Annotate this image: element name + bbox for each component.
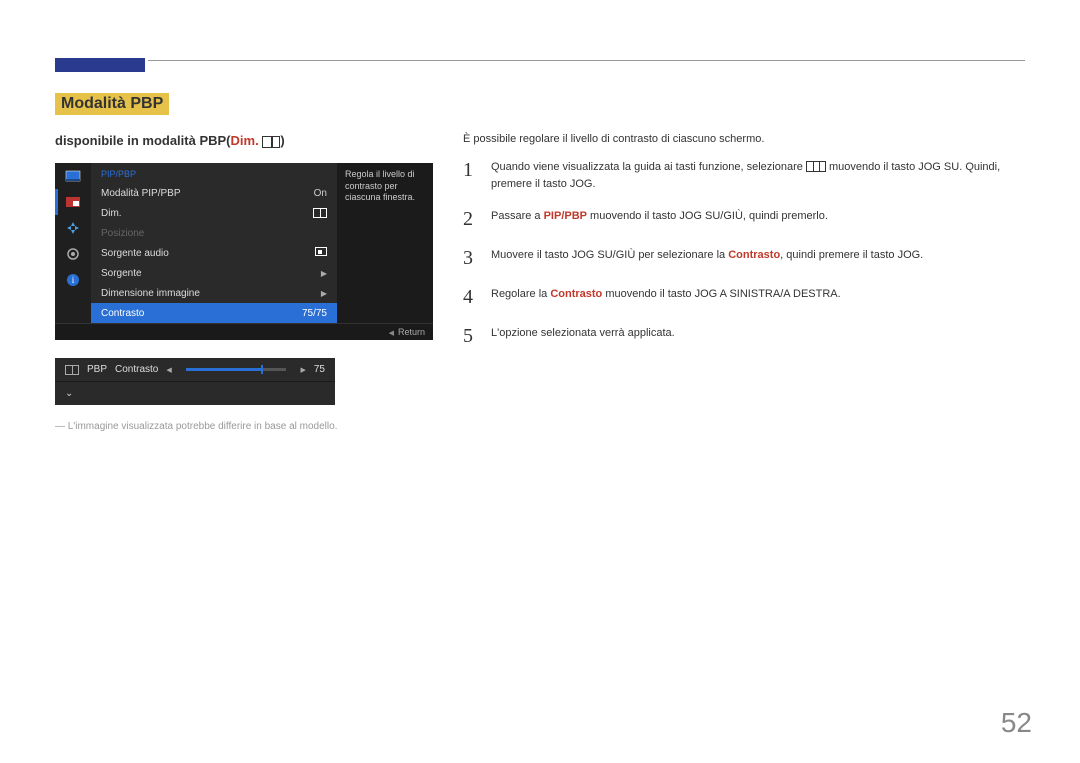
slider-bar [186, 368, 287, 371]
osd-row-sorgente: Sorgente ▶ [91, 263, 337, 283]
header-divider [148, 60, 1025, 61]
step-4: 4 Regolare la Contrasto muovendo il tast… [463, 286, 1025, 309]
step-2: 2 Passare a PIP/PBP muovendo il tasto JO… [463, 208, 1025, 231]
osd-menu-title: PIP/PBP [91, 167, 337, 183]
footnote-text: L'immagine visualizzata potrebbe differi… [68, 421, 338, 432]
osd-row-value: On [314, 188, 327, 199]
osd-row-label: Posizione [101, 228, 144, 239]
menu-button-icon [806, 161, 826, 172]
osd-row-label: Dimensione immagine [101, 288, 200, 299]
osd-sidebar: i [55, 163, 91, 323]
step-text-red: Contrasto [550, 288, 602, 300]
osd-row-posizione: Posizione [91, 223, 337, 243]
step-number: 2 [463, 208, 477, 231]
step-1: 1 Quando viene visualizzata la guida ai … [463, 159, 1025, 192]
section-title: Modalità PBP [55, 93, 169, 115]
triangle-left-icon: ◀ [389, 330, 394, 337]
osd-footer: ◀ Return [55, 323, 433, 340]
subtitle: disponibile in modalità PBP(Dim. ) [55, 133, 433, 149]
audio-value-icon [315, 247, 327, 256]
step-number: 4 [463, 286, 477, 309]
step-text-pre: L'opzione selezionata verrà applicata. [491, 327, 675, 339]
osd-row-dim: Dim. [91, 203, 337, 223]
pbp-mini-icon [65, 365, 79, 375]
sidebar-info-icon: i [55, 267, 91, 293]
chevron-down-icon: ⌄ [65, 388, 73, 399]
osd-row-label: Dim. [101, 208, 122, 219]
footnote: ― L'immagine visualizzata potrebbe diffe… [55, 421, 433, 432]
chevron-right-icon: ▶ [321, 289, 327, 298]
step-text-pre: Quando viene visualizzata la guida ai ta… [491, 161, 806, 173]
chevron-right-icon: ▶ [321, 269, 327, 278]
slider-label: Contrasto [115, 364, 158, 375]
subtitle-prefix: disponibile in modalità PBP( [55, 133, 231, 148]
slider-knob [261, 365, 263, 374]
osd-description: Regola il livello di contrasto per ciasc… [337, 163, 433, 323]
step-text-pre: Passare a [491, 210, 544, 222]
page-number: 52 [1001, 707, 1032, 739]
subtitle-suffix: ) [280, 133, 284, 148]
step-number: 3 [463, 247, 477, 270]
slider-mode: PBP [87, 364, 107, 375]
osd-row-sorgente-audio: Sorgente audio [91, 243, 337, 263]
osd-row-label: Sorgente [101, 268, 142, 279]
step-5: 5 L'opzione selezionata verrà applicata. [463, 325, 1025, 348]
return-label: Return [398, 327, 425, 337]
osd-row-label: Contrasto [101, 308, 144, 319]
step-text-post: muovendo il tasto JOG SU/GIÙ, quindi pre… [587, 210, 828, 222]
step-text-post: muovendo il tasto JOG A SINISTRA/A DESTR… [602, 288, 840, 300]
osd-row-label: Modalità PIP/PBP [101, 188, 180, 199]
pbp-icon [262, 136, 280, 148]
intro-text: È possibile regolare il livello di contr… [463, 133, 1025, 145]
osd-row-contrasto: Contrasto 75/75 [91, 303, 337, 323]
step-text-red: PIP/PBP [544, 210, 587, 222]
osd-row-modalita: Modalità PIP/PBP On [91, 183, 337, 203]
triangle-right-icon: ▶ [300, 366, 305, 374]
sidebar-picture-icon [55, 163, 91, 189]
slider-value: 75 [314, 364, 325, 375]
osd-menu: i PIP/PBP Modalità PIP/PBP On Dim. [55, 163, 433, 340]
step-text-post: , quindi premere il tasto JOG. [780, 249, 923, 261]
step-text-pre: Regolare la [491, 288, 550, 300]
slider-fill [186, 368, 262, 371]
sidebar-pip-icon [55, 189, 91, 215]
step-text-pre: Muovere il tasto JOG SU/GIÙ per selezion… [491, 249, 728, 261]
osd-row-dimensione: Dimensione immagine ▶ [91, 283, 337, 303]
pbp-value-icon [313, 208, 327, 218]
step-3: 3 Muovere il tasto JOG SU/GIÙ per selezi… [463, 247, 1025, 270]
triangle-left-icon: ◀ [166, 366, 171, 374]
step-text-red: Contrasto [728, 249, 780, 261]
subtitle-dim: Dim. [231, 133, 259, 148]
sidebar-gear-icon [55, 241, 91, 267]
osd-row-label: Sorgente audio [101, 248, 169, 259]
sidebar-arrows-icon [55, 215, 91, 241]
header-accent-block [55, 58, 145, 72]
slider-panel: PBP Contrasto ◀ ▶ 75 ⌄ [55, 358, 335, 405]
step-number: 1 [463, 159, 477, 182]
step-number: 5 [463, 325, 477, 348]
osd-row-value: 75/75 [302, 308, 327, 319]
